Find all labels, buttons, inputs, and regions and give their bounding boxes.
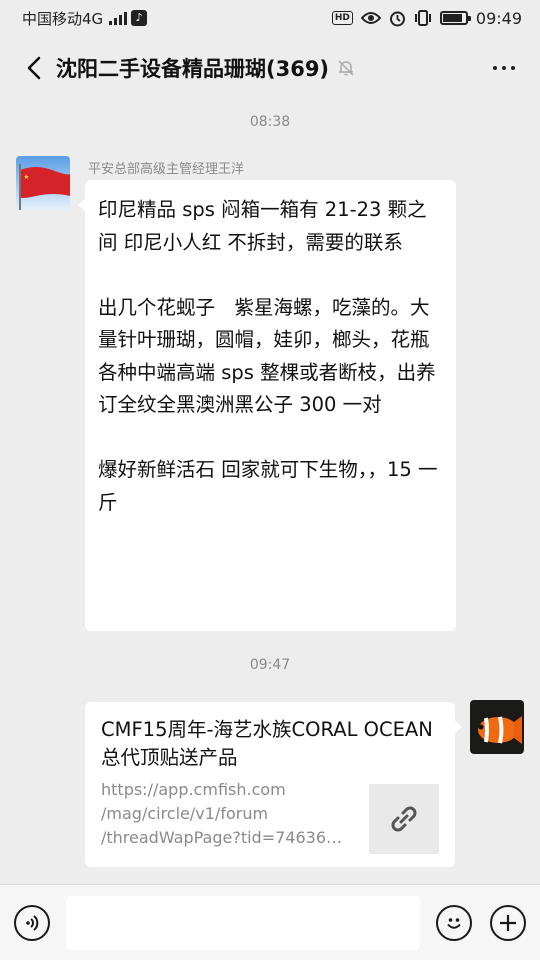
bell-muted-icon [337,59,355,77]
message-text: 印尼精品 sps 闷箱一箱有 21-23 颗之间 印尼小人红 不拆封，需要的联系… [98,198,438,514]
more-functions-button[interactable] [490,905,526,941]
chat-title: 沈阳二手设备精品珊瑚(369) [56,57,330,81]
my-avatar[interactable] [470,700,524,754]
message-bubble[interactable]: 印尼精品 sps 闷箱一箱有 21-23 颗之间 印尼小人红 不拆封，需要的联系… [78,180,456,631]
hd-badge: HD [331,11,353,25]
link-thumbnail [369,784,439,854]
chat-header: 沈阳二手设备精品珊瑚(369) [0,36,540,100]
status-time: 09:49 [475,8,522,28]
back-button[interactable] [16,48,52,88]
chat-timestamp: 09:47 [249,657,291,673]
voice-button[interactable] [14,905,50,941]
message-input[interactable] [66,896,420,950]
link-url: https://app.cmfish.com /mag/circle/v1/fo… [101,780,342,847]
tiktok-icon: ♪ [131,10,148,26]
chevron-left-icon [27,56,41,80]
more-options-button[interactable] [484,48,524,88]
link-card-bubble[interactable]: CMF15周年-海艺水族CORAL OCEAN总代顶贴送产品 https://a… [85,702,462,867]
emoji-icon [447,918,461,929]
carrier-label: 中国移动4G [22,9,104,28]
link-icon [391,806,417,832]
input-bar [0,884,540,960]
signal-icon [109,11,128,25]
sender-avatar[interactable] [16,156,70,210]
alarm-icon [389,10,406,27]
chat-timestamp: 08:38 [249,114,291,130]
sender-name: 平安总部高级主管经理王洋 [88,162,245,177]
link-title: CMF15周年-海艺水族CORAL OCEAN总代顶贴送产品 [101,718,433,769]
emoji-button[interactable] [436,905,472,941]
battery-icon [439,11,471,25]
voice-icon [26,915,39,931]
vibrate-icon [414,10,432,26]
plus-icon [500,915,516,931]
more-dots-icon [493,66,497,70]
eye-icon [360,11,381,25]
status-bar: 中国移动4G ♪ HD 09:49 [0,0,540,36]
